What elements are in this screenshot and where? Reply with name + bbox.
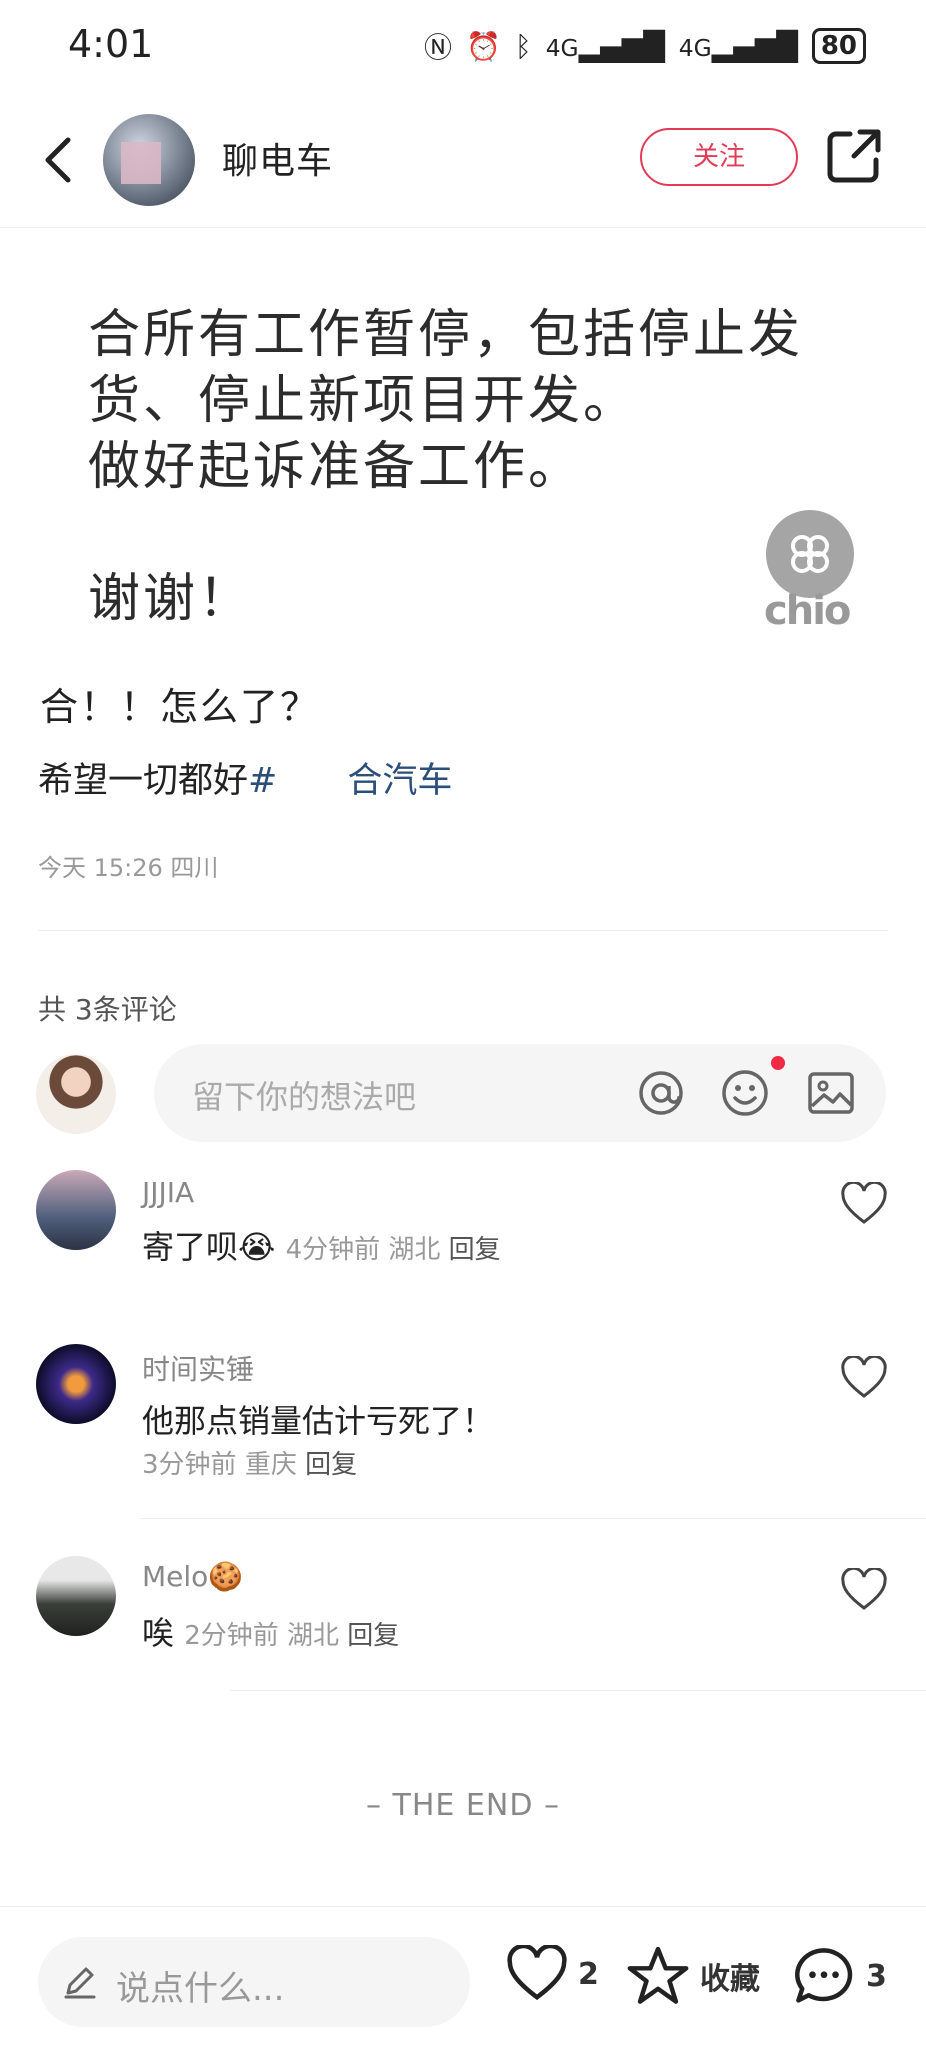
star-icon <box>627 1946 689 2004</box>
commenter-name[interactable]: Melo🍪 <box>142 1560 243 1593</box>
commenter-name[interactable]: 时间实锤 <box>142 1348 254 1388</box>
reply-button[interactable]: 回复 <box>449 1235 501 1265</box>
notification-dot <box>771 1056 785 1070</box>
divider <box>38 930 888 931</box>
author-avatar[interactable] <box>103 114 195 206</box>
bluetooth-icon: ᛒ <box>514 29 532 63</box>
my-avatar <box>36 1054 116 1134</box>
comment-meta: 4分钟前 湖北 回复 <box>285 1235 501 1265</box>
commenter-name[interactable]: JJJIA <box>142 1176 194 1209</box>
post-body: 希望一切都好# 合汽车 <box>38 752 452 803</box>
collect-button[interactable]: 收藏 <box>626 1945 760 2007</box>
commenter-avatar[interactable] <box>36 1556 116 1636</box>
hashtag-link[interactable]: # 合汽车 <box>248 761 452 801</box>
reply-button[interactable]: 回复 <box>305 1450 357 1480</box>
say-placeholder: 说点什么... <box>116 1969 285 2009</box>
comment-count: 共 3条评论 <box>38 993 177 1026</box>
alarm-icon: ⏰ <box>466 29 501 63</box>
collect-label: 收藏 <box>700 1962 760 1997</box>
comment-meta: 2分钟前 湖北 回复 <box>184 1621 400 1651</box>
nfc-icon: Ⓝ <box>423 31 452 64</box>
like-heart-icon[interactable] <box>840 1568 888 1612</box>
post-image[interactable]: 合所有工作暂停，包括停止发 货、停止新项目开发。 做好起诉准备工作。 谢谢！ c… <box>40 228 886 648</box>
watermark-text: chio <box>764 588 851 634</box>
post-meta: 今天 15:26 四川 <box>38 854 219 882</box>
comment-bubble-icon <box>795 1948 853 2003</box>
image-icon[interactable] <box>806 1068 856 1118</box>
heart-icon <box>507 1945 567 2001</box>
like-heart-icon[interactable] <box>840 1356 888 1400</box>
comment-body: 寄了呗 <box>142 1228 239 1266</box>
comment-body: 唉 <box>142 1614 175 1652</box>
mention-icon[interactable] <box>636 1068 686 1118</box>
comment-button[interactable]: 3 <box>792 1945 887 2007</box>
like-heart-icon[interactable] <box>840 1182 888 1226</box>
like-button[interactable]: 2 <box>506 1945 599 2003</box>
post-header: 聊电车 关注 <box>0 92 926 228</box>
share-icon[interactable] <box>826 128 882 184</box>
image-text-line: 做好起诉准备工作。 <box>88 437 584 497</box>
comment-text: 他那点销量估计亏死了！ <box>142 1402 495 1440</box>
like-count: 2 <box>578 1956 599 1992</box>
commenter-avatar[interactable] <box>36 1344 116 1424</box>
comment-divider <box>140 1518 926 1519</box>
emoji-icon[interactable] <box>720 1068 770 1118</box>
image-text-line: 货、停止新项目开发。 <box>88 371 639 431</box>
post-title: 合！！怎么了？ <box>40 685 321 729</box>
comment-divider <box>230 1690 926 1691</box>
signal-icon: 4G▂▄▆█ <box>545 29 665 63</box>
commenter-avatar[interactable] <box>36 1170 116 1250</box>
clock: 4:01 <box>68 22 154 66</box>
end-marker: – THE END – <box>366 1788 560 1823</box>
watermark-logo-icon <box>766 510 854 598</box>
signal-icon-2: 4G▂▄▆█ <box>678 29 798 63</box>
image-text-line: 谢谢！ <box>88 569 254 629</box>
say-something-input[interactable]: 说点什么... <box>38 1937 470 2027</box>
comment-count-badge: 3 <box>866 1958 887 1994</box>
crying-emoji-icon: 😭 <box>238 1228 276 1266</box>
author-name[interactable]: 聊电车 <box>222 132 333 184</box>
comment-meta: 3分钟前 重庆 回复 <box>142 1450 358 1480</box>
image-text-line: 合所有工作暂停，包括停止发 <box>88 305 804 365</box>
bottom-action-bar: 说点什么... 2 收藏 3 <box>0 1906 926 2048</box>
follow-button[interactable]: 关注 <box>640 128 798 186</box>
comment-input[interactable]: 留下你的想法吧 <box>154 1044 886 1142</box>
back-icon[interactable] <box>30 130 90 190</box>
status-icons: Ⓝ ⏰ ᛒ 4G▂▄▆█ 4G▂▄▆█ 80 <box>424 26 866 66</box>
comment-text: 寄了呗😭 4分钟前 湖北 回复 <box>142 1222 501 1268</box>
status-bar: 4:01 Ⓝ ⏰ ᛒ 4G▂▄▆█ 4G▂▄▆█ 80 <box>0 0 926 92</box>
comment-text: 唉 2分钟前 湖北 回复 <box>142 1608 399 1654</box>
battery-icon: 80 <box>811 28 866 64</box>
pencil-icon <box>64 1967 96 1999</box>
reply-button[interactable]: 回复 <box>347 1621 399 1651</box>
post-body-text: 希望一切都好 <box>38 761 249 801</box>
comment-input-placeholder: 留下你的想法吧 <box>192 1078 417 1116</box>
cookie-emoji-icon: 🍪 <box>208 1560 244 1593</box>
